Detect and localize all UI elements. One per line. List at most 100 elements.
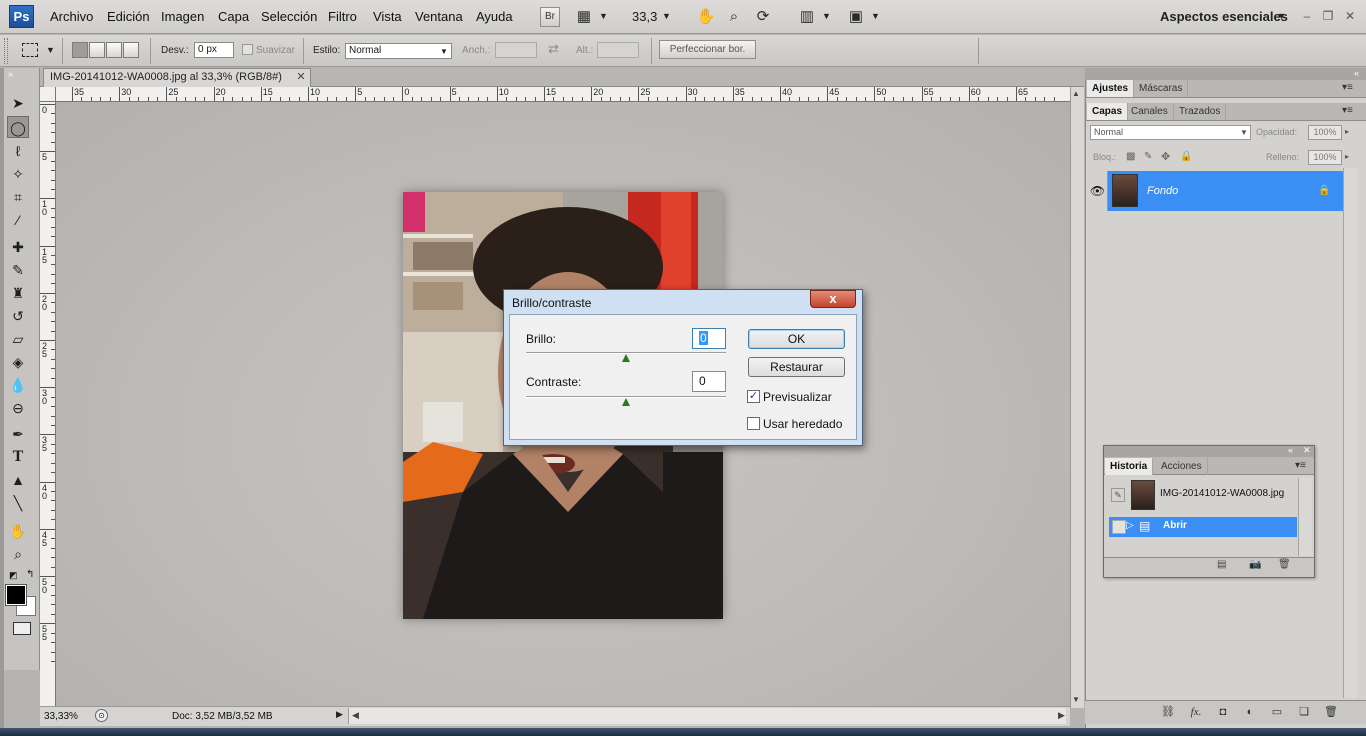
minimize-icon[interactable]: – bbox=[1298, 8, 1316, 24]
tab-acciones[interactable]: Acciones bbox=[1156, 458, 1208, 475]
ok-button[interactable]: OK bbox=[748, 329, 845, 349]
move-tool-icon[interactable]: ➤ bbox=[7, 92, 29, 114]
pen-tool-icon[interactable]: ✒ bbox=[7, 423, 29, 445]
height-input[interactable] bbox=[597, 42, 639, 58]
tab-trazados[interactable]: Trazados bbox=[1174, 103, 1227, 120]
history-menu-icon[interactable]: ▾≡ bbox=[1295, 460, 1306, 471]
horizontal-ruler[interactable]: 35 30 25 20 15 10 5 0 5 10 15 20 25 30 35 40 45 50 55 60 65 bbox=[56, 87, 1070, 102]
line-tool-icon[interactable]: ╲ bbox=[7, 492, 29, 514]
scroll-down-icon[interactable]: ▼ bbox=[1072, 695, 1080, 704]
preview-label[interactable]: Previsualizar bbox=[763, 390, 832, 404]
reset-button[interactable]: Restaurar bbox=[748, 357, 845, 377]
arrange-chevron-down-icon[interactable]: ▼ bbox=[822, 11, 831, 21]
layers-panel-menu-icon[interactable]: ▾≡ bbox=[1342, 105, 1353, 116]
refine-edge-button[interactable]: Perfeccionar bor. bbox=[659, 40, 756, 59]
new-document-from-state-icon[interactable]: ▤ bbox=[1217, 559, 1226, 570]
scroll-left-icon[interactable]: ◀ bbox=[352, 710, 359, 721]
status-menu-icon[interactable]: ▶ bbox=[336, 709, 343, 720]
preview-checkbox[interactable]: ✓ bbox=[747, 390, 760, 403]
snapshot-source-icon[interactable]: ✎ bbox=[1111, 488, 1125, 502]
rectangular-marquee-icon[interactable] bbox=[22, 43, 38, 57]
add-to-selection-icon[interactable] bbox=[89, 42, 105, 58]
antialias-checkbox[interactable] bbox=[242, 44, 253, 55]
opacity-slider-icon[interactable]: ▸ bbox=[1345, 127, 1349, 136]
style-chevron-down-icon[interactable]: ▼ bbox=[440, 47, 448, 56]
dodge-tool-icon[interactable]: ⊖ bbox=[7, 397, 29, 419]
new-snapshot-icon[interactable]: 📷 bbox=[1249, 559, 1261, 570]
quick-mask-icon[interactable] bbox=[13, 622, 31, 635]
tab-ajustes[interactable]: Ajustes bbox=[1087, 80, 1135, 97]
marquee-tool-icon[interactable]: ◯ bbox=[7, 116, 29, 138]
feather-input[interactable]: 0 px bbox=[194, 42, 234, 58]
menu-capa[interactable]: Capa bbox=[218, 9, 249, 24]
menu-archivo[interactable]: Archivo bbox=[50, 9, 93, 24]
eyedropper-tool-icon[interactable]: ⁄ bbox=[7, 209, 29, 231]
opacity-input[interactable]: 100% bbox=[1308, 125, 1342, 140]
vertical-ruler[interactable]: 0 5 10 15 20 25 30 35 40 45 50 55 bbox=[40, 102, 56, 706]
menu-imagen[interactable]: Imagen bbox=[161, 9, 204, 24]
swap-dimensions-icon[interactable]: ⇄ bbox=[548, 41, 559, 57]
foreground-color-swatch[interactable] bbox=[5, 584, 27, 606]
new-group-icon[interactable]: ▭ bbox=[1267, 703, 1287, 721]
swap-colors-icon[interactable]: ↰ bbox=[26, 569, 34, 580]
dialog-title[interactable]: Brillo/contraste bbox=[512, 296, 591, 310]
screen-mode-icon[interactable]: ▣ bbox=[846, 7, 866, 27]
tab-historia[interactable]: Historia bbox=[1105, 458, 1154, 475]
layer-style-icon[interactable]: fx. bbox=[1186, 703, 1206, 721]
type-tool-icon[interactable]: T bbox=[7, 446, 29, 468]
new-layer-icon[interactable]: ❏ bbox=[1294, 703, 1314, 721]
snapshot-name[interactable]: IMG-20141012-WA0008.jpg bbox=[1160, 488, 1284, 499]
menu-filtro[interactable]: Filtro bbox=[328, 9, 357, 24]
history-scrollbar[interactable] bbox=[1298, 478, 1312, 556]
menu-seleccion[interactable]: Selección bbox=[261, 9, 317, 24]
adjustment-layer-icon[interactable]: ◐ bbox=[1240, 703, 1260, 721]
snapshot-thumbnail[interactable] bbox=[1131, 480, 1155, 510]
new-selection-icon[interactable] bbox=[72, 42, 88, 58]
menu-ventana[interactable]: Ventana bbox=[415, 9, 463, 24]
doc-info-icon[interactable]: ⊙ bbox=[95, 709, 108, 722]
eraser-tool-icon[interactable]: ▱ bbox=[7, 328, 29, 350]
contrast-input[interactable]: 0 bbox=[692, 371, 726, 392]
history-step-abrir[interactable] bbox=[1109, 517, 1297, 537]
vertical-scrollbar[interactable] bbox=[1070, 87, 1084, 708]
chevron-down-icon[interactable]: ▼ bbox=[599, 11, 608, 21]
delete-state-icon[interactable]: 🗑 bbox=[1278, 559, 1291, 570]
contrast-slider-thumb[interactable] bbox=[622, 398, 630, 406]
tab-mascaras[interactable]: Máscaras bbox=[1134, 80, 1189, 97]
tool-preset-chevron-down-icon[interactable]: ▼ bbox=[46, 45, 55, 55]
close-history-icon[interactable]: ✕ bbox=[1303, 445, 1311, 456]
lasso-tool-icon[interactable]: ℓ bbox=[7, 140, 29, 162]
arrange-documents-icon[interactable]: ▥ bbox=[797, 7, 817, 27]
history-brush-tool-icon[interactable]: ↺ bbox=[7, 305, 29, 327]
ruler-origin[interactable] bbox=[40, 87, 56, 102]
quick-selection-tool-icon[interactable]: ✧ bbox=[7, 163, 29, 185]
tab-canales[interactable]: Canales bbox=[1126, 103, 1174, 120]
history-panel-header[interactable] bbox=[1104, 446, 1314, 457]
document-tab[interactable]: IMG-20141012-WA0008.jpg al 33,3% (RGB/8#… bbox=[43, 68, 311, 87]
intersect-selection-icon[interactable] bbox=[123, 42, 139, 58]
scroll-right-icon[interactable]: ▶ bbox=[1058, 710, 1065, 721]
crop-tool-icon[interactable]: ⌗ bbox=[7, 186, 29, 208]
screen-mode-chevron-down-icon[interactable]: ▼ bbox=[871, 11, 880, 21]
workspace-switcher[interactable]: Aspectos esenciales bbox=[1160, 9, 1288, 24]
default-colors-icon[interactable]: ◩ bbox=[9, 570, 18, 581]
paint-bucket-tool-icon[interactable]: ◈ bbox=[7, 351, 29, 373]
lock-position-icon[interactable]: ✥ bbox=[1161, 150, 1170, 163]
restore-icon[interactable]: ❐ bbox=[1319, 8, 1337, 24]
close-icon[interactable]: ✕ bbox=[1341, 8, 1359, 24]
close-document-icon[interactable]: ✕ bbox=[295, 71, 307, 83]
zoom-chevron-down-icon[interactable]: ▼ bbox=[662, 11, 671, 21]
path-selection-tool-icon[interactable]: ▲ bbox=[7, 469, 29, 491]
brush-tool-icon[interactable]: ✎ bbox=[7, 259, 29, 281]
brightness-slider-thumb[interactable] bbox=[622, 354, 630, 362]
visibility-eye-icon[interactable]: 👁 bbox=[1088, 171, 1108, 211]
width-input[interactable] bbox=[495, 42, 537, 58]
layer-name[interactable]: Fondo bbox=[1147, 185, 1178, 197]
options-grip[interactable] bbox=[4, 38, 8, 64]
use-legacy-checkbox[interactable] bbox=[747, 417, 760, 430]
rotate-view-icon[interactable]: ⟳ bbox=[753, 7, 773, 27]
link-layers-icon[interactable]: ⛓ bbox=[1158, 703, 1178, 721]
hand-tool-panel-icon[interactable]: ✋ bbox=[7, 520, 29, 542]
lock-all-icon[interactable]: 🔒 bbox=[1180, 151, 1192, 162]
clone-stamp-tool-icon[interactable]: ♜ bbox=[7, 282, 29, 304]
